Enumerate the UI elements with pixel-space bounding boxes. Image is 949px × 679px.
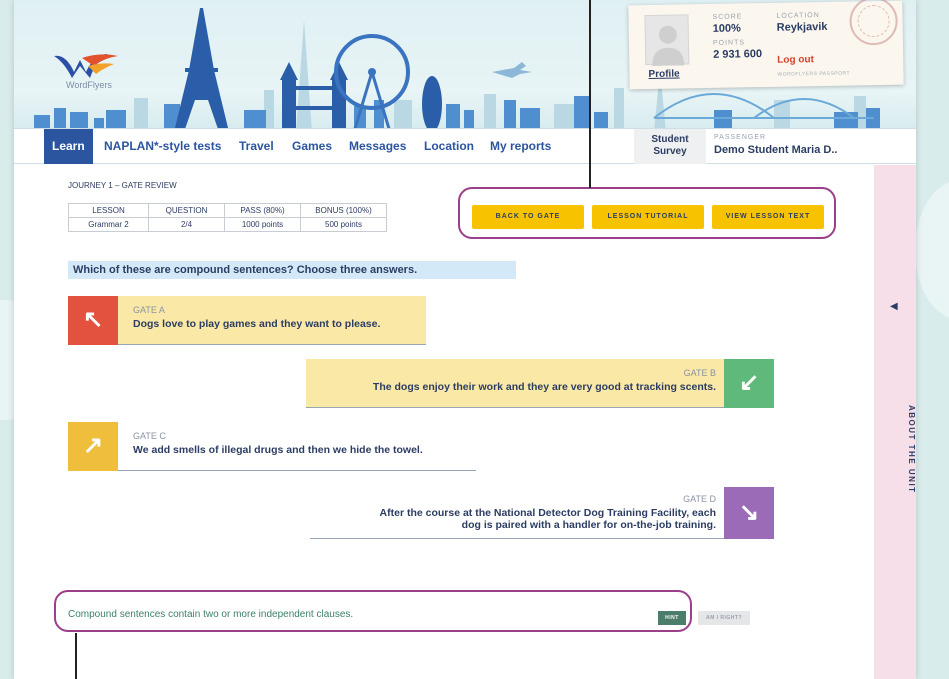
arrow-down-left-icon: ↙ — [724, 359, 774, 408]
gate-title: GATE A — [133, 305, 165, 315]
table-header: PASS (80%) — [224, 203, 301, 218]
app-frame: WordFlyers Profile SCORE 100% POINTS 2 9… — [14, 0, 916, 679]
question-prompt: Which of these are compound sentences? C… — [68, 261, 516, 279]
table-cell: 500 points — [300, 217, 387, 232]
profile-link[interactable]: Profile — [648, 69, 679, 81]
annotation-pointer-top — [589, 0, 591, 188]
gate-title: GATE D — [683, 494, 716, 504]
gate-a-option[interactable]: ↖ GATE A Dogs love to play games and the… — [68, 296, 426, 345]
gate-d-option[interactable]: GATE D After the course at the National … — [310, 487, 774, 539]
user-silhouette-icon — [652, 25, 685, 66]
wordflyers-logo — [54, 54, 118, 78]
about-unit-panel[interactable]: ◀ ABOUT THE UNIT — [874, 165, 916, 679]
table-cell: 1000 points — [224, 217, 301, 232]
annotation-pointer-bottom — [75, 633, 77, 679]
gate-text: After the course at the National Detecto… — [380, 507, 716, 531]
tab-messages[interactable]: Messages — [349, 129, 406, 164]
gate-title: GATE B — [683, 368, 716, 378]
passenger-name: Demo Student Maria D.. — [714, 144, 838, 156]
survey-line-1: Student — [651, 134, 689, 145]
tab-location[interactable]: Location — [424, 129, 474, 164]
gate-title: GATE C — [133, 431, 166, 441]
lesson-tutorial-button[interactable]: LESSON TUTORIAL — [592, 205, 704, 229]
passport-text: WORDFLYERS PASSPORT — [777, 70, 851, 78]
main-nav: Learn NAPLAN*-style tests Travel Games M… — [14, 128, 916, 164]
table-header: QUESTION — [148, 203, 225, 218]
logo-text: WordFlyers — [66, 80, 112, 90]
hint-button[interactable]: HINT — [658, 611, 686, 625]
table-row: Grammar 2 2/4 1000 points 500 points — [68, 217, 387, 232]
journey-title: JOURNEY 1 – GATE REVIEW — [68, 181, 177, 190]
about-unit-label: ABOUT THE UNIT — [907, 405, 916, 494]
table-cell: Grammar 2 — [68, 217, 149, 232]
gate-text: We add smells of illegal drugs and then … — [133, 444, 423, 456]
logout-link[interactable]: Log out — [777, 54, 814, 66]
arrow-up-left-icon: ↖ — [68, 296, 118, 345]
points-value: 2 931 600 — [713, 48, 763, 61]
arrow-up-right-icon: ↗ — [68, 422, 118, 471]
location-value: Reykjavik — [776, 20, 828, 34]
tab-travel[interactable]: Travel — [239, 129, 274, 164]
survey-line-2: Survey — [653, 146, 687, 157]
gate-b-option[interactable]: GATE B The dogs enjoy their work and the… — [306, 359, 774, 408]
avatar[interactable] — [644, 14, 690, 66]
gate-text-line: After the course at the National Detecto… — [379, 507, 716, 519]
tab-my-reports[interactable]: My reports — [490, 129, 551, 164]
back-to-gate-button[interactable]: BACK TO GATE — [472, 205, 584, 229]
header-banner: WordFlyers Profile SCORE 100% POINTS 2 9… — [14, 0, 916, 132]
view-lesson-text-button[interactable]: VIEW LESSON TEXT — [712, 205, 824, 229]
score-label: SCORE — [712, 13, 743, 21]
table-cell: 2/4 — [148, 217, 225, 232]
tab-games[interactable]: Games — [292, 129, 332, 164]
lesson-summary-table: LESSON QUESTION PASS (80%) BONUS (100%) … — [68, 203, 387, 232]
lesson-content: JOURNEY 1 – GATE REVIEW LESSON QUESTION … — [14, 165, 874, 679]
passenger-label: PASSENGER — [714, 134, 767, 141]
tab-learn[interactable]: Learn — [44, 129, 93, 164]
am-i-right-button[interactable]: AM I RIGHT? — [698, 611, 750, 625]
table-header: LESSON — [68, 203, 149, 218]
table-header: BONUS (100%) — [300, 203, 387, 218]
hint-text: Compound sentences contain two or more i… — [68, 609, 354, 620]
student-survey-button[interactable]: Student Survey — [634, 129, 706, 164]
table-header-row: LESSON QUESTION PASS (80%) BONUS (100%) — [68, 203, 387, 218]
gate-text-line: dog is paired with a handler for on-the-… — [461, 519, 716, 531]
gate-text: Dogs love to play games and they want to… — [133, 318, 381, 330]
gate-text: The dogs enjoy their work and they are v… — [372, 381, 716, 393]
points-label: POINTS — [712, 39, 746, 47]
score-value: 100% — [712, 22, 741, 35]
location-label: LOCATION — [776, 12, 820, 20]
collapse-arrow-icon[interactable]: ◀ — [890, 301, 898, 312]
tab-naplan-tests[interactable]: NAPLAN*-style tests — [104, 129, 221, 164]
gate-c-option[interactable]: ↗ GATE C We add smells of illegal drugs … — [68, 422, 476, 471]
profile-card: Profile SCORE 100% POINTS 2 931 600 LOCA… — [628, 0, 904, 90]
arrow-down-right-icon: ↘ — [724, 487, 774, 539]
